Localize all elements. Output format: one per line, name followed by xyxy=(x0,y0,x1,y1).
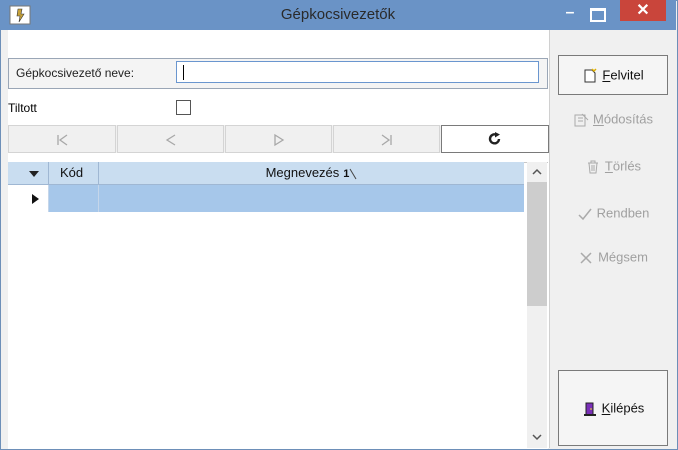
scroll-down-icon[interactable] xyxy=(527,428,547,446)
column-header-megnevezes[interactable]: Megnevezés 1 xyxy=(99,162,524,184)
maximize-button[interactable] xyxy=(590,8,606,22)
felvitel-label: elvitel xyxy=(610,67,644,83)
felvitel-button[interactable]: Felvitel xyxy=(558,55,668,95)
driver-name-input[interactable] xyxy=(176,61,539,83)
tiltott-label: Tiltott xyxy=(8,101,37,115)
first-record-button[interactable] xyxy=(8,125,116,153)
torles-button[interactable]: Törlés xyxy=(558,147,668,187)
megsem-button[interactable]: Mégsem xyxy=(558,238,668,278)
minimize-button[interactable]: – xyxy=(560,5,580,24)
last-record-button[interactable] xyxy=(333,125,440,153)
new-document-icon xyxy=(584,68,597,83)
first-record-icon xyxy=(57,134,68,146)
cancel-icon xyxy=(580,252,592,264)
modositas-button[interactable]: Módosítás xyxy=(558,100,668,140)
current-row-arrow-icon xyxy=(32,194,39,204)
refresh-button[interactable] xyxy=(441,125,549,153)
torles-label: örlés xyxy=(612,158,642,174)
kilepes-label: ilépés xyxy=(610,400,645,416)
tiltott-checkbox[interactable] xyxy=(176,100,191,115)
refresh-icon xyxy=(488,132,501,145)
header-menu-arrow-icon[interactable] xyxy=(28,162,42,184)
selected-row[interactable] xyxy=(8,185,524,212)
trash-icon xyxy=(587,160,598,174)
column-header-kod[interactable]: Kód xyxy=(60,162,98,184)
prev-record-icon xyxy=(165,134,175,146)
checkmark-icon xyxy=(578,208,592,220)
sort-indicator-icon xyxy=(349,168,357,179)
scroll-up-icon[interactable] xyxy=(527,163,547,181)
close-button[interactable]: ✕ xyxy=(620,0,666,21)
edit-document-icon xyxy=(574,113,589,127)
exit-door-icon xyxy=(583,402,596,416)
header-separator xyxy=(48,162,49,184)
kilepes-button[interactable]: Kilépés xyxy=(558,370,668,446)
rendben-button[interactable]: Rendben xyxy=(558,194,668,234)
row-cell-separator xyxy=(48,185,49,212)
modositas-label: ódosítás xyxy=(603,111,653,127)
next-record-button[interactable] xyxy=(225,125,332,153)
megsem-label: Mégsem xyxy=(598,249,648,265)
scroll-thumb[interactable] xyxy=(527,182,547,306)
row-indicator xyxy=(8,185,48,212)
name-label: Gépkocsivezető neve: xyxy=(16,66,135,80)
next-record-icon xyxy=(273,134,284,147)
prev-record-button[interactable] xyxy=(117,125,224,153)
text-caret xyxy=(183,65,184,80)
column-header-megnevezes-label: Megnevezés xyxy=(265,165,340,180)
row-cell-separator xyxy=(98,185,99,212)
rendben-label: Rendben xyxy=(596,205,650,221)
torles-accel: T xyxy=(604,158,613,174)
last-record-icon xyxy=(381,134,392,146)
modositas-accel: M xyxy=(593,111,604,127)
